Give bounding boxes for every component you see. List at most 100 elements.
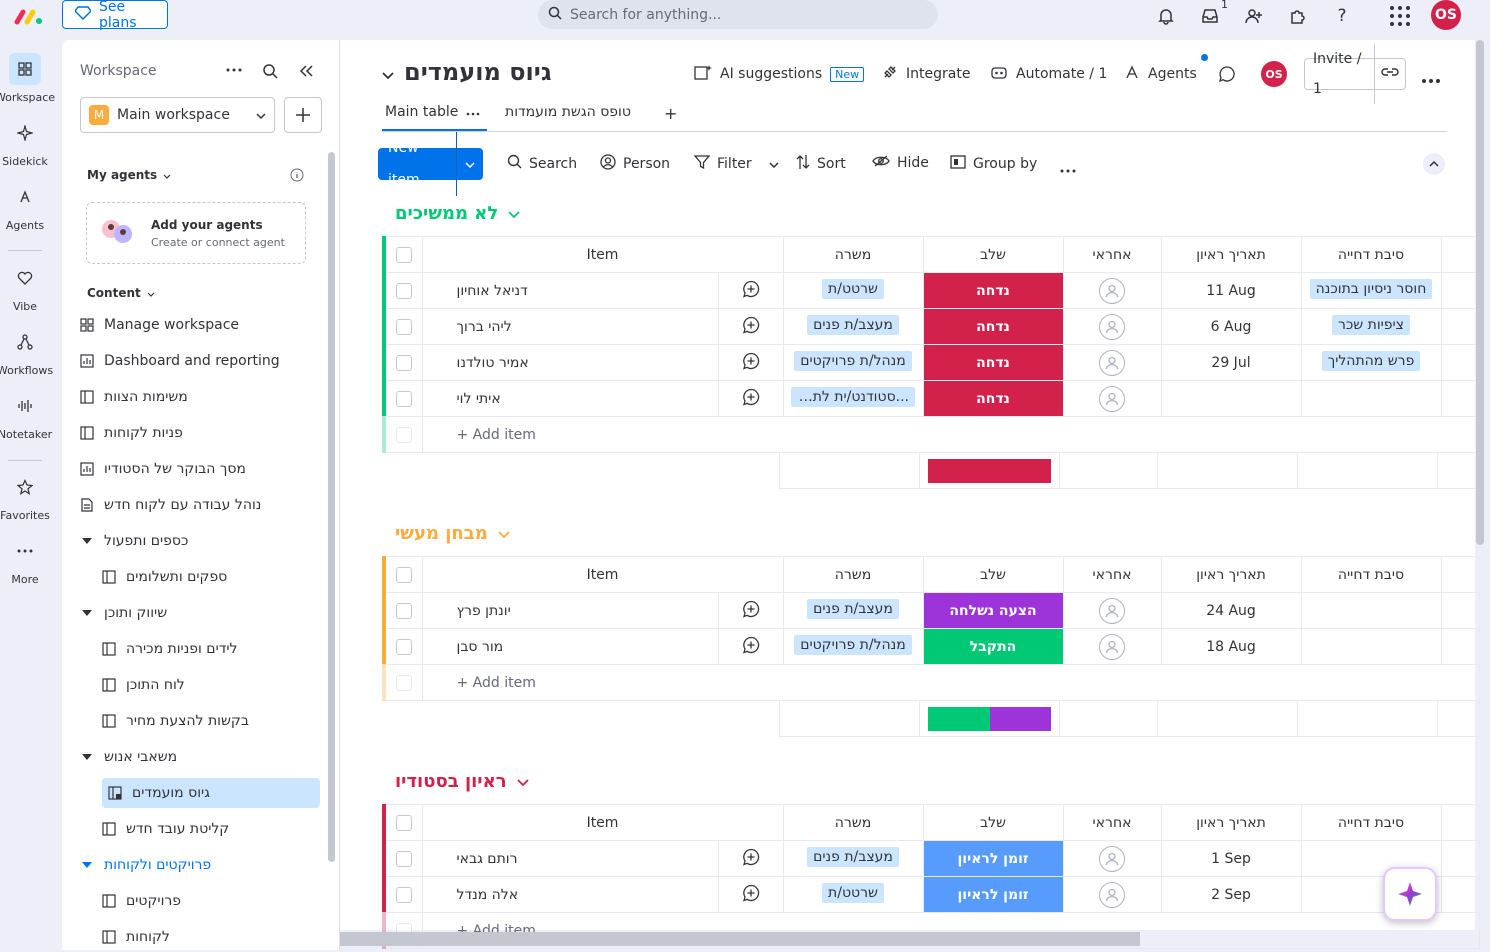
column-header[interactable]: שלב (922, 236, 1064, 273)
copy-link-icon[interactable] (1375, 66, 1405, 82)
new-item-button[interactable]: New item (378, 132, 483, 196)
item-name-cell[interactable]: ליהי ברוך (421, 308, 719, 345)
stage-status-cell[interactable]: זומן לראיון (922, 876, 1064, 913)
add-view-button[interactable]: + (664, 104, 677, 123)
interview-date-cell[interactable]: 29 Jul (1160, 344, 1302, 381)
apps-puzzle-icon[interactable] (1287, 5, 1309, 27)
role-cell[interactable]: מנהל/ת פרויקטים (782, 628, 924, 665)
interview-date-cell[interactable]: 18 Aug (1160, 628, 1302, 665)
item-name-cell[interactable]: יונתן פרץ (421, 592, 719, 629)
column-header[interactable]: סיבת דחייה (1300, 236, 1442, 273)
app-grid-icon[interactable] (1389, 5, 1411, 27)
table-row[interactable]: ליהי ברוך מעצב/ת פנים נדחה 6 Aug ציפיות שכר (383, 308, 1480, 345)
rejection-reason-cell[interactable]: ציפיות שכר (1300, 308, 1442, 345)
bell-icon[interactable] (1155, 5, 1177, 27)
sidebar-item[interactable]: לוח התוכן (102, 670, 320, 700)
rejection-reason-cell[interactable] (1300, 592, 1442, 629)
chevron-down-icon[interactable] (769, 156, 779, 172)
role-cell[interactable]: ...סטודנט/ית לתקופ (782, 380, 924, 417)
sidebar-item[interactable]: מסך הבוקר של הסטודיו (80, 454, 320, 484)
add-update-icon[interactable] (717, 628, 784, 665)
column-header[interactable]: Item (421, 236, 784, 273)
tab-more-icon[interactable] (466, 104, 480, 120)
column-header[interactable]: תאריך ראיון (1160, 556, 1302, 593)
row-checkbox[interactable] (383, 628, 423, 665)
sidebar-item[interactable]: גיוס מועמדים (102, 778, 320, 808)
owner-cell[interactable] (1062, 876, 1162, 913)
sidebar-item[interactable]: בקשות להצעת מחיר (102, 706, 320, 736)
sidebar-item[interactable]: פרויקטים ולקוחות (80, 850, 320, 880)
rail-sidekick[interactable]: Sidekick (0, 117, 50, 168)
add-column-cell[interactable] (1440, 236, 1480, 273)
add-item-row[interactable]: + Add item (382, 416, 1480, 453)
select-all-checkbox[interactable] (383, 804, 423, 841)
add-update-icon[interactable] (717, 380, 784, 417)
role-cell[interactable]: שרטט/ת (782, 272, 924, 309)
table-row[interactable]: איתי לוי ...סטודנט/ית לתקופ נדחה (383, 380, 1480, 417)
table-row[interactable]: יונתן פרץ מעצב/ת פנים הצעה נשלחה 24 Aug (383, 592, 1480, 629)
user-avatar[interactable]: OS (1431, 0, 1461, 30)
updates-chat-icon[interactable] (1218, 65, 1236, 87)
sidebar-item[interactable]: פרויקטים (102, 886, 320, 916)
sidebar-item[interactable]: ספקים ותשלומים (102, 562, 320, 592)
column-header[interactable]: משרה (782, 804, 924, 841)
table-row[interactable]: רותם גבאי מעצב/ת פנים זומן לראיון 1 Sep (383, 840, 1480, 877)
ai-suggestions-button[interactable]: AI suggestions New (694, 64, 865, 84)
collapse-header-icon[interactable] (1423, 153, 1445, 175)
sidebar-item[interactable]: קליטת עובד חדש (102, 814, 320, 844)
sidebar-item[interactable]: לידים ופניות מכירה (102, 634, 320, 664)
add-update-icon[interactable] (717, 840, 784, 877)
stage-summary-cell[interactable] (919, 700, 1060, 737)
add-update-icon[interactable] (717, 344, 784, 381)
add-item-row[interactable]: + Add item (382, 664, 1480, 701)
board-member-avatar[interactable]: OS (1261, 61, 1287, 87)
sidebar-item[interactable]: שיווק ותוכן (80, 598, 320, 628)
more-options-icon[interactable] (226, 62, 242, 82)
column-header[interactable]: סיבת דחייה (1300, 556, 1442, 593)
board-title[interactable]: גיוס מועמדים (382, 58, 552, 86)
stage-status-cell[interactable]: התקבל (922, 628, 1064, 665)
role-cell[interactable]: מעצב/ת פנים (782, 308, 924, 345)
workspace-selector[interactable]: M Main workspace (80, 97, 275, 133)
add-item-input[interactable]: + Add item (421, 416, 1480, 453)
sidebar-item[interactable]: Manage workspace (80, 310, 320, 340)
help-icon[interactable]: ? (1331, 5, 1353, 27)
column-header[interactable]: סיבת דחייה (1300, 804, 1442, 841)
stage-summary-cell[interactable] (919, 452, 1060, 489)
column-header[interactable]: שלב (922, 556, 1064, 593)
item-name-cell[interactable]: אמיר טולדנו (421, 344, 719, 381)
column-header[interactable]: תאריך ראיון (1160, 804, 1302, 841)
sidebar-item[interactable]: משימות הצוות (80, 382, 320, 412)
invite-user-icon[interactable] (1243, 5, 1265, 27)
person-filter-button[interactable]: Person (600, 154, 670, 174)
row-checkbox[interactable] (383, 380, 423, 417)
rail-agents[interactable]: Agents (0, 181, 50, 232)
group-header[interactable]: מבחן מעשי (395, 523, 510, 544)
table-row[interactable]: מור סבן מנהל/ת פרויקטים התקבל 18 Aug (383, 628, 1480, 665)
role-cell[interactable]: מעצב/ת פנים (782, 592, 924, 629)
row-checkbox[interactable] (383, 308, 423, 345)
owner-cell[interactable] (1062, 628, 1162, 665)
stage-status-cell[interactable]: זומן לראיון (922, 840, 1064, 877)
column-header[interactable]: Item (421, 556, 784, 593)
item-name-cell[interactable]: מור סבן (421, 628, 719, 665)
see-plans-button[interactable]: See plans (62, 0, 168, 31)
owner-cell[interactable] (1062, 840, 1162, 877)
add-update-icon[interactable] (717, 592, 784, 629)
interview-date-cell[interactable]: 6 Aug (1160, 308, 1302, 345)
row-checkbox[interactable] (383, 876, 423, 913)
sidebar-item[interactable]: כספים ותפעול (80, 526, 320, 556)
tab-main-table[interactable]: Main table (385, 104, 480, 120)
invite-button[interactable]: Invite / 1 (1304, 44, 1406, 104)
column-header[interactable]: אחראי (1062, 804, 1162, 841)
group-by-button[interactable]: Group by (950, 154, 1037, 174)
stage-status-cell[interactable]: נדחה (922, 380, 1064, 417)
rail-favorites[interactable]: Favorites (0, 471, 50, 522)
table-row[interactable]: אלה מנדל שרטט/ת זומן לראיון 2 Sep (383, 876, 1480, 913)
rejection-reason-cell[interactable]: פרש מהתהליך (1300, 344, 1442, 381)
add-agents-card[interactable]: Add your agents Create or connect agent (86, 202, 306, 264)
column-header[interactable]: אחראי (1062, 236, 1162, 273)
item-name-cell[interactable]: דניאל אוחיון (421, 272, 719, 309)
column-header[interactable]: תאריך ראיון (1160, 236, 1302, 273)
rail-vibe[interactable]: Vibe (0, 262, 50, 313)
